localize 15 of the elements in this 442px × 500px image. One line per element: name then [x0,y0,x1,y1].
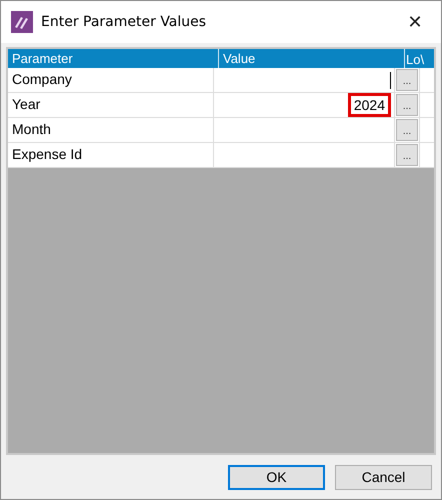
parameter-cell: Expense Id [8,143,214,167]
lov-button[interactable]: ... [396,69,418,91]
parameter-cell: Year [8,93,214,117]
parameter-cell: Company [8,68,214,92]
lov-button[interactable]: ... [396,144,418,166]
close-button[interactable]: ✕ [397,6,433,38]
column-header[interactable]: Lo\ [405,49,432,68]
app-logo-icon [11,11,33,33]
dialog-button[interactable]: Cancel [335,464,432,490]
window-title: Enter Parameter Values [41,14,208,30]
value-text: 2024 [348,93,391,117]
lov-button[interactable]: ... [396,119,418,141]
parameter-cell: Month [8,118,214,142]
dialog-button[interactable]: OK [228,464,325,490]
lov-button[interactable]: ... [396,94,418,116]
